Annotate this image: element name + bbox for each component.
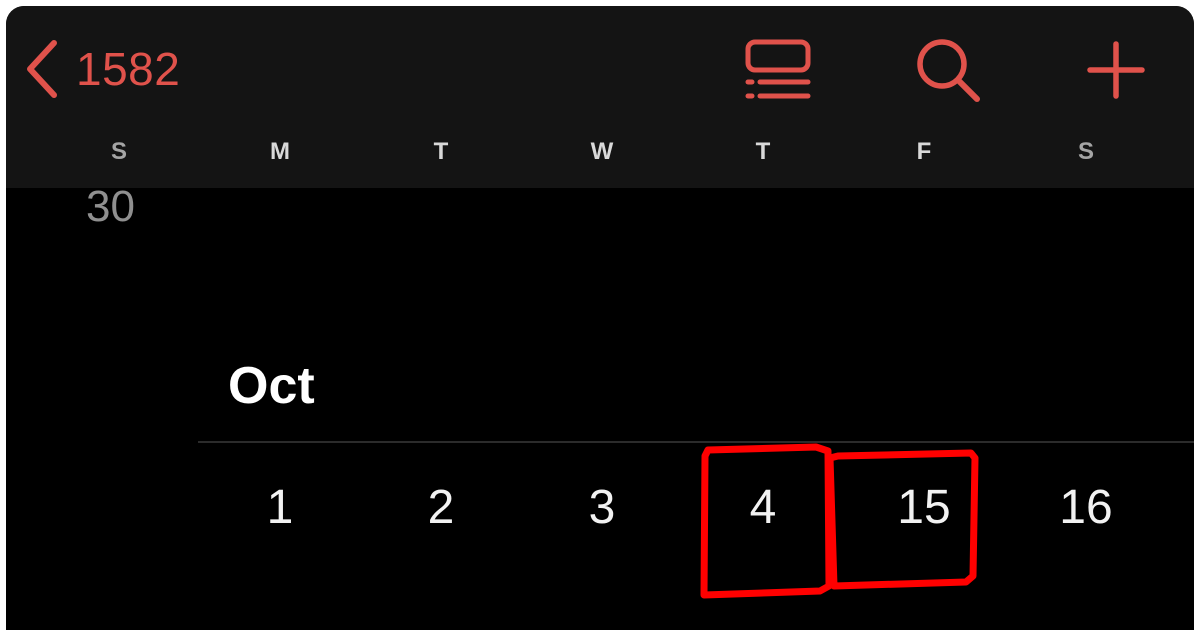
month-label: Oct [228,357,315,415]
weekday-tuesday: T [433,138,449,165]
weekday-sunday: S [110,138,127,165]
date-cell[interactable]: 2 [391,480,491,535]
weekday-wednesday: W [590,138,614,165]
list-view-button[interactable] [740,32,816,108]
back-button[interactable]: 1582 [24,34,180,104]
back-year-label: 1582 [76,43,181,95]
calendar-screen: 1582 S M T W T F S 30 Oct 1 2 3 4 15 16 [6,6,1194,630]
date-cell[interactable]: 3 [552,480,652,535]
weekday-thursday: T [755,138,771,165]
list-view-icon [744,38,812,102]
search-button[interactable] [910,32,986,108]
month-divider [198,441,1194,443]
weekday-header-row: S M T W T F S [6,138,1194,178]
weekday-monday: M [270,138,290,165]
date-cell[interactable]: 16 [1036,480,1136,535]
date-cell[interactable]: 4 [713,480,813,535]
add-event-button[interactable] [1078,32,1154,108]
weekday-saturday: S [1077,138,1094,165]
date-cell[interactable]: 1 [230,480,330,535]
plus-icon [1086,40,1146,100]
previous-month-date[interactable]: 30 [86,182,135,232]
date-cell[interactable]: 15 [874,480,974,535]
calendar-header: 1582 S M T W T F S [6,6,1194,188]
chevron-left-icon [24,39,58,99]
weekday-friday: F [916,138,932,165]
search-icon [913,35,983,105]
